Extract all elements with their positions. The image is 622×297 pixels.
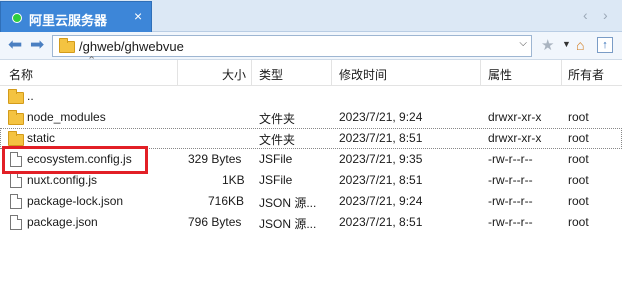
column-divider[interactable] [561, 60, 562, 86]
file-name: package-lock.json [27, 194, 124, 208]
path-text: /ghweb/ghwebvue [79, 39, 184, 54]
file-icon [10, 194, 22, 209]
file-icon [10, 215, 22, 230]
tab-bar: 阿里云服务器 × ‹ › [0, 0, 622, 32]
bookmark-star-icon[interactable]: ★ [541, 36, 554, 54]
file-name: nuxt.config.js [27, 173, 98, 187]
file-owner: root [568, 215, 589, 229]
column-divider[interactable] [480, 60, 481, 86]
connection-status-icon [12, 13, 22, 23]
file-name: node_modules [27, 110, 106, 124]
file-name: static [27, 131, 56, 145]
file-modified: 2023/7/21, 9:24 [339, 110, 423, 124]
column-divider[interactable] [177, 60, 178, 86]
file-owner: root [568, 131, 589, 145]
back-arrow-icon[interactable]: ⬅ [8, 35, 22, 55]
folder-icon [8, 131, 24, 146]
file-type: 文件夹 [259, 133, 296, 147]
file-attrs: -rw-r--r-- [488, 194, 533, 208]
column-modified[interactable]: 修改时间 [339, 66, 387, 83]
folder-icon [8, 89, 24, 104]
parent-folder-icon[interactable]: ↑ [597, 37, 613, 53]
file-list-header: ⌃ 名称 大小 类型 修改时间 属性 所有者 [0, 55, 622, 86]
column-size[interactable]: 大小 [222, 66, 246, 83]
table-row[interactable]: package.json 796 Bytes JSON 源... 2023/7/… [0, 212, 622, 233]
file-attrs: -rw-r--r-- [488, 152, 533, 166]
file-owner: root [568, 110, 589, 124]
column-divider[interactable] [331, 60, 332, 86]
column-owner[interactable]: 所有者 [568, 66, 604, 83]
close-tab-icon[interactable]: × [134, 8, 142, 24]
tab-aliyun-server[interactable]: 阿里云服务器 × [0, 1, 152, 32]
file-type: 文件夹 [259, 112, 296, 126]
file-attrs: drwxr-xr-x [488, 110, 542, 124]
forward-arrow-icon[interactable]: ➡ [30, 35, 44, 55]
path-field[interactable]: /ghweb/ghwebvue ⌵ [52, 35, 532, 57]
column-divider[interactable] [251, 60, 252, 86]
file-attrs: drwxr-xr-x [488, 131, 542, 145]
file-modified: 2023/7/21, 9:24 [339, 194, 423, 208]
table-row[interactable]: node_modules 文件夹 2023/7/21, 9:24 drwxr-x… [0, 107, 622, 128]
bookmark-dropdown-icon[interactable]: ▼ [562, 39, 571, 49]
column-type[interactable]: 类型 [259, 66, 283, 83]
file-modified: 2023/7/21, 8:51 [339, 215, 423, 229]
file-type: JSON 源... [259, 217, 317, 231]
highlight-annotation [2, 146, 148, 174]
file-size: 1KB [222, 173, 245, 187]
sort-asc-icon: ⌃ [87, 55, 97, 67]
tab-scroll-right-icon[interactable]: › [603, 7, 608, 23]
file-icon [10, 173, 22, 188]
file-size: 796 Bytes [188, 215, 242, 229]
file-size: 329 Bytes [188, 152, 242, 166]
chevron-down-icon[interactable]: ⌵ [519, 38, 527, 49]
folder-icon [8, 110, 24, 125]
file-modified: 2023/7/21, 8:51 [339, 173, 423, 187]
file-owner: root [568, 152, 589, 166]
file-name: package.json [27, 215, 98, 229]
file-type: JSON 源... [259, 196, 317, 210]
column-attrs[interactable]: 属性 [488, 66, 512, 83]
file-type: JSFile [259, 173, 293, 187]
table-row[interactable]: package-lock.json 716KB JSON 源... 2023/7… [0, 191, 622, 212]
file-type: JSFile [259, 152, 293, 166]
home-icon[interactable]: ⌂ [576, 37, 584, 53]
file-owner: root [568, 173, 589, 187]
tab-title: 阿里云服务器 [29, 13, 108, 28]
folder-icon [59, 38, 75, 53]
file-modified: 2023/7/21, 8:51 [339, 131, 423, 145]
file-name: .. [27, 89, 34, 103]
file-size: 716KB [208, 194, 245, 208]
file-attrs: -rw-r--r-- [488, 215, 533, 229]
file-modified: 2023/7/21, 9:35 [339, 152, 423, 166]
column-name[interactable]: 名称 [9, 66, 33, 83]
table-row-parent[interactable]: .. [0, 86, 622, 107]
file-owner: root [568, 194, 589, 208]
file-attrs: -rw-r--r-- [488, 173, 533, 187]
tab-scroll-left-icon[interactable]: ‹ [583, 7, 588, 23]
